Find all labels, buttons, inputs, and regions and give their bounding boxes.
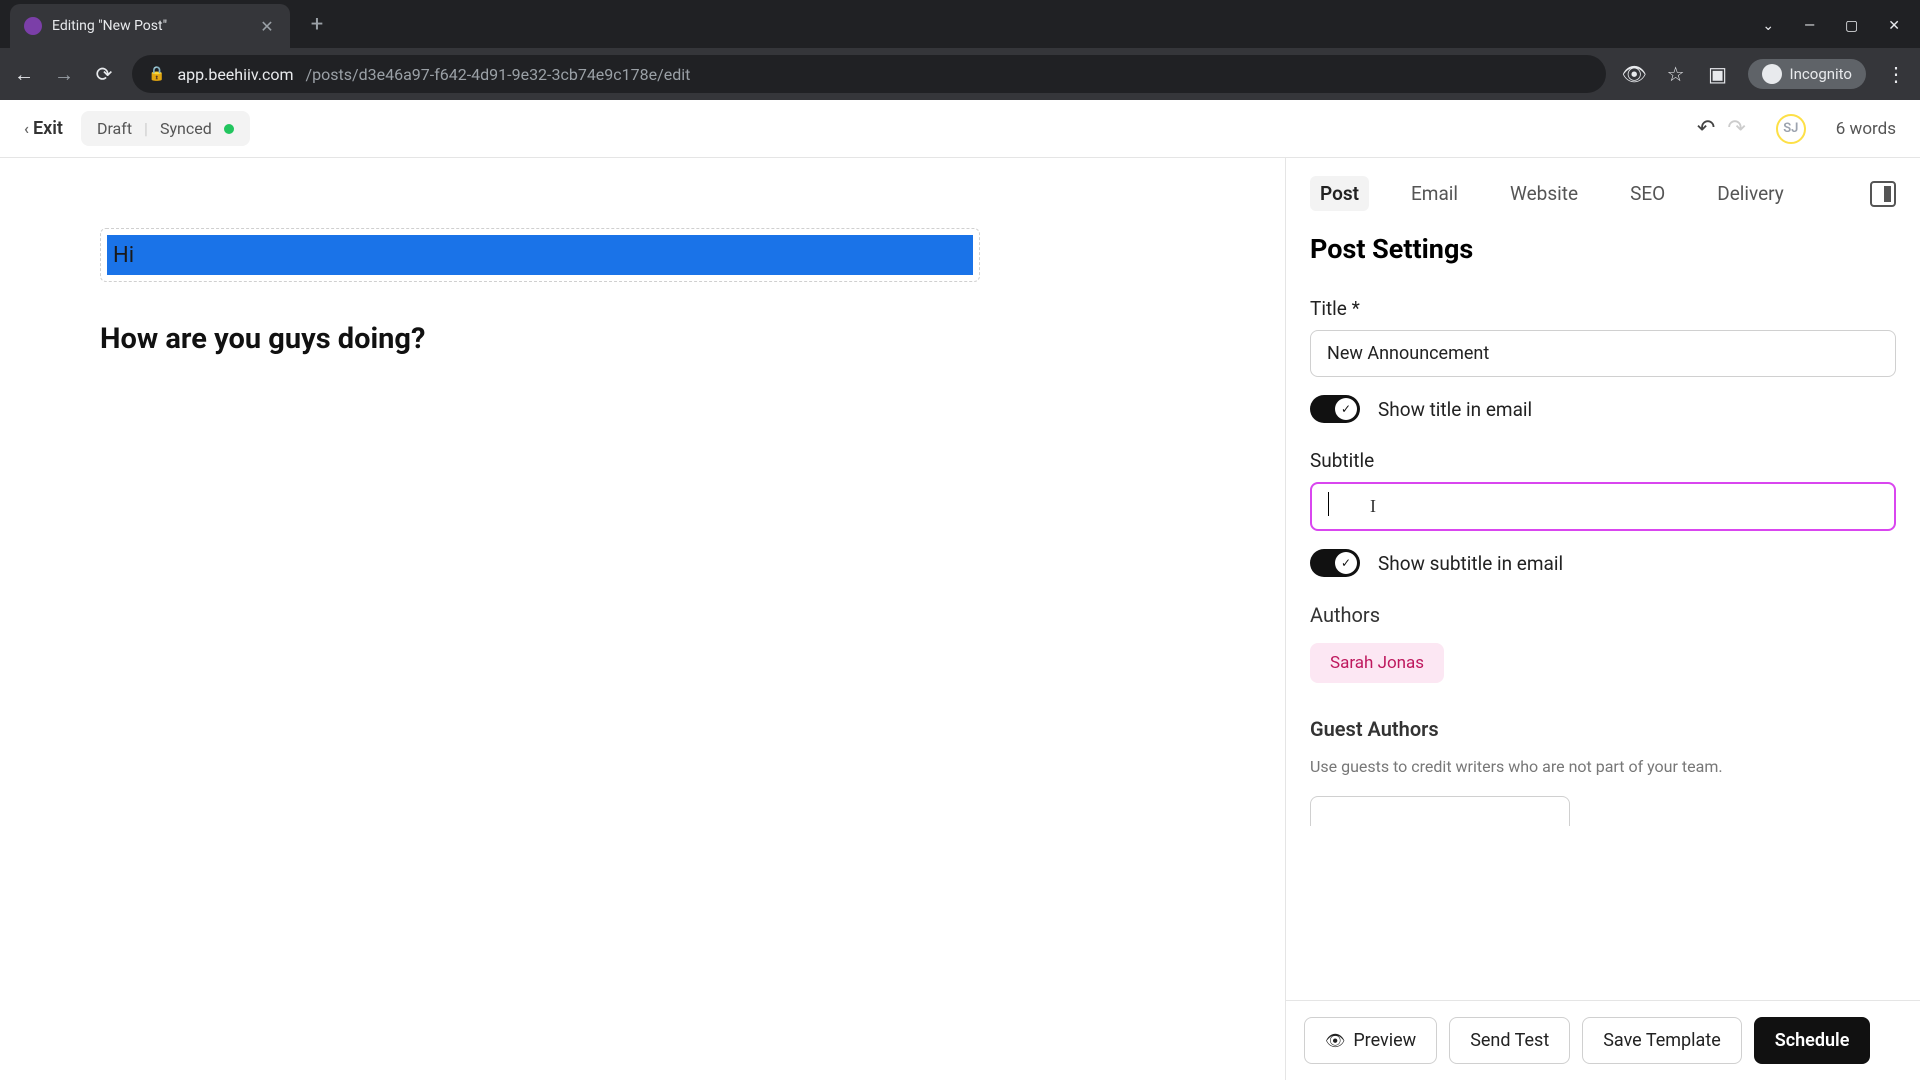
new-tab-button[interactable]: + bbox=[302, 9, 332, 39]
status-pill: Draft | Synced bbox=[81, 111, 250, 146]
show-title-label: Show title in email bbox=[1378, 398, 1532, 421]
tab-email[interactable]: Email bbox=[1401, 176, 1468, 211]
editor-pane[interactable]: Hi How are you guys doing? bbox=[0, 158, 1285, 1080]
editor-heading[interactable]: How are you guys doing? bbox=[100, 322, 1185, 356]
eye-off-icon[interactable]: 👁 bbox=[1622, 62, 1646, 86]
incognito-badge[interactable]: Incognito bbox=[1748, 59, 1866, 89]
eye-icon: 👁 bbox=[1325, 1031, 1345, 1050]
settings-title: Post Settings bbox=[1310, 233, 1896, 265]
show-subtitle-toggle[interactable]: ✓ bbox=[1310, 549, 1360, 577]
highlighted-text[interactable]: Hi bbox=[107, 235, 973, 275]
window-controls: ⌄ — ▢ ✕ bbox=[1762, 4, 1920, 48]
content-block[interactable]: Hi bbox=[100, 228, 980, 282]
chevron-left-icon: ‹ bbox=[24, 119, 29, 138]
check-icon: ✓ bbox=[1335, 398, 1357, 420]
exit-button[interactable]: ‹ Exit bbox=[24, 118, 63, 139]
star-icon[interactable]: ☆ bbox=[1664, 62, 1688, 86]
lock-icon: 🔒 bbox=[148, 66, 165, 82]
avatar-initials: SJ bbox=[1783, 121, 1798, 136]
subtitle-label: Subtitle bbox=[1310, 449, 1896, 472]
preview-button[interactable]: 👁 Preview bbox=[1304, 1017, 1437, 1064]
incognito-icon bbox=[1762, 64, 1782, 84]
kebab-menu-icon[interactable]: ⋮ bbox=[1884, 62, 1908, 86]
extensions-icon[interactable]: ▣ bbox=[1706, 62, 1730, 86]
guest-authors-label: Guest Authors bbox=[1310, 717, 1896, 741]
tab-title: Editing "New Post" bbox=[52, 18, 248, 34]
guest-authors-description: Use guests to credit writers who are not… bbox=[1310, 757, 1896, 776]
close-tab-icon[interactable]: ✕ bbox=[258, 17, 276, 36]
settings-sidebar: Post Email Website SEO Delivery Post Set… bbox=[1285, 158, 1920, 1080]
check-icon: ✓ bbox=[1335, 552, 1357, 574]
sidebar-footer: 👁 Preview Send Test Save Template Schedu… bbox=[1286, 1000, 1920, 1080]
synced-dot-icon bbox=[224, 124, 234, 134]
preview-label: Preview bbox=[1353, 1030, 1416, 1051]
maximize-icon[interactable]: ▢ bbox=[1845, 18, 1858, 34]
schedule-button[interactable]: Schedule bbox=[1754, 1017, 1871, 1064]
panel-toggle-icon[interactable] bbox=[1870, 181, 1896, 207]
sidebar-tabs: Post Email Website SEO Delivery bbox=[1286, 158, 1920, 223]
back-icon[interactable]: ← bbox=[12, 62, 36, 87]
tab-website[interactable]: Website bbox=[1500, 176, 1588, 211]
browser-address-bar: ← → ⟳ 🔒 app.beehiiv.com/posts/d3e46a97-f… bbox=[0, 48, 1920, 100]
subtitle-input[interactable] bbox=[1310, 482, 1896, 531]
tab-seo[interactable]: SEO bbox=[1620, 176, 1675, 211]
author-chip[interactable]: Sarah Jonas bbox=[1310, 643, 1444, 683]
url-host: app.beehiiv.com bbox=[177, 65, 293, 84]
chevron-down-icon[interactable]: ⌄ bbox=[1762, 18, 1774, 34]
reload-icon[interactable]: ⟳ bbox=[92, 62, 116, 86]
app-toolbar: ‹ Exit Draft | Synced ↶ ↷ SJ 6 words bbox=[0, 100, 1920, 158]
show-subtitle-label: Show subtitle in email bbox=[1378, 552, 1563, 575]
word-count: 6 words bbox=[1836, 119, 1896, 139]
url-bar[interactable]: 🔒 app.beehiiv.com/posts/d3e46a97-f642-4d… bbox=[132, 55, 1606, 93]
forward-icon[interactable]: → bbox=[52, 62, 76, 87]
favicon-icon bbox=[24, 17, 42, 35]
tab-delivery[interactable]: Delivery bbox=[1707, 176, 1794, 211]
tab-post[interactable]: Post bbox=[1310, 176, 1369, 211]
guest-author-input[interactable] bbox=[1310, 796, 1570, 826]
browser-tab[interactable]: Editing "New Post" ✕ bbox=[10, 4, 290, 48]
authors-label: Authors bbox=[1310, 603, 1896, 627]
undo-icon[interactable]: ↶ bbox=[1697, 116, 1715, 141]
sidebar-body: Post Settings Title * ✓ Show title in em… bbox=[1286, 223, 1920, 1000]
close-window-icon[interactable]: ✕ bbox=[1888, 18, 1900, 34]
title-input[interactable] bbox=[1310, 330, 1896, 377]
show-title-toggle[interactable]: ✓ bbox=[1310, 395, 1360, 423]
status-synced: Synced bbox=[160, 119, 212, 138]
send-test-button[interactable]: Send Test bbox=[1449, 1017, 1570, 1064]
text-caret-icon: I bbox=[1370, 496, 1376, 517]
main-area: Hi How are you guys doing? Post Email We… bbox=[0, 158, 1920, 1080]
status-draft: Draft bbox=[97, 119, 132, 138]
avatar[interactable]: SJ bbox=[1776, 114, 1806, 144]
redo-icon[interactable]: ↷ bbox=[1727, 116, 1745, 141]
browser-tab-strip: Editing "New Post" ✕ + ⌄ — ▢ ✕ bbox=[0, 0, 1920, 48]
exit-label: Exit bbox=[33, 118, 63, 139]
title-label: Title * bbox=[1310, 297, 1896, 320]
text-cursor bbox=[1328, 492, 1329, 516]
incognito-label: Incognito bbox=[1790, 65, 1852, 83]
minimize-icon[interactable]: — bbox=[1804, 18, 1815, 34]
status-divider: | bbox=[144, 119, 148, 138]
url-path: /posts/d3e46a97-f642-4d91-9e32-3cb74e9c1… bbox=[306, 65, 691, 84]
save-template-button[interactable]: Save Template bbox=[1582, 1017, 1742, 1064]
